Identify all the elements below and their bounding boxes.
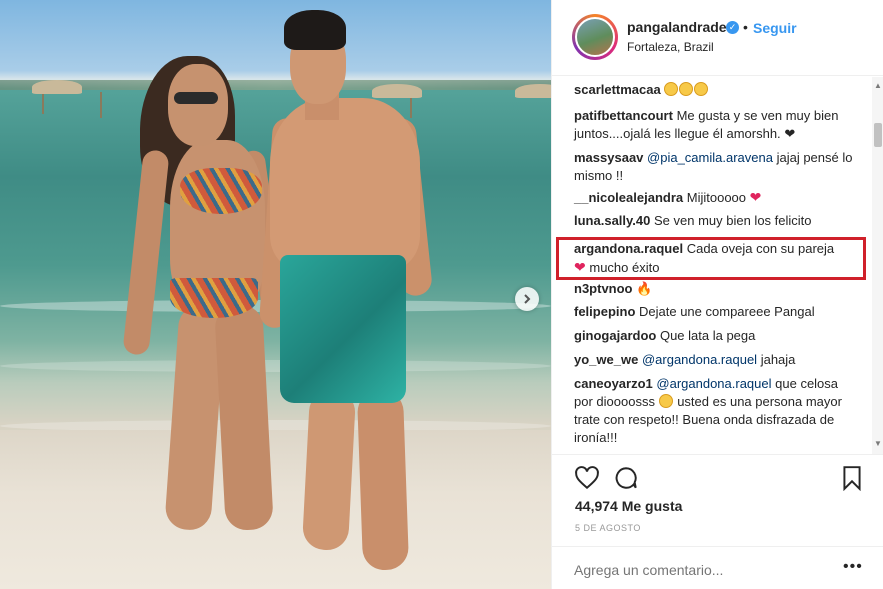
comment-text: Cada oveja con su pareja <box>686 241 835 256</box>
red-heart-icon: ❤ <box>749 189 762 205</box>
post-actions <box>552 454 883 494</box>
comment-mention[interactable]: @pia_camila.aravena <box>647 150 773 165</box>
comment-text: Se ven muy bien los felicito <box>653 213 812 228</box>
comments-list[interactable]: scarlettmacaa patifbettancourt Me gusta … <box>552 77 883 454</box>
comment-username[interactable]: felipepino <box>574 304 635 319</box>
post-date: 5 DE AGOSTO <box>575 523 641 533</box>
man-hair <box>284 10 346 50</box>
man-leg <box>301 388 357 552</box>
umbrella-pole <box>100 92 102 118</box>
location-link[interactable]: Fortaleza, Brazil <box>627 40 714 54</box>
comment-bubble-icon[interactable] <box>613 465 639 491</box>
avatar-image <box>575 17 615 57</box>
comment-text: Dejate une compareee Pangal <box>639 304 815 319</box>
add-comment-bar: ••• <box>552 546 883 589</box>
comment-username[interactable]: massysaav <box>574 150 643 165</box>
face-emoji-icon <box>679 82 694 96</box>
separator-dot: • <box>743 19 748 35</box>
face-emoji-icon <box>664 82 679 96</box>
sunglasses <box>174 92 218 104</box>
chevron-right-icon <box>524 294 531 304</box>
post-sidebar: pangalandrade ✓ • Seguir Fortaleza, Braz… <box>551 0 883 589</box>
scrollbar-thumb[interactable] <box>874 123 882 147</box>
beach-umbrella <box>32 80 82 94</box>
beach-umbrella <box>515 84 551 98</box>
scroll-down-arrow-icon[interactable]: ▼ <box>874 439 882 448</box>
comment-item-highlighted: argandona.raquel Cada oveja con su parej… <box>574 240 844 277</box>
comment-item: yo_we_we @argandona.raquel jahaja <box>574 351 864 369</box>
man-torso <box>270 98 420 270</box>
man-leg <box>356 389 410 571</box>
sand <box>0 430 551 589</box>
comment-item: caneoyarzo1 @argandona.raquel que celosa… <box>574 375 844 447</box>
bookmark-icon[interactable] <box>839 465 865 491</box>
likes-count[interactable]: 44,974 Me gusta <box>575 498 682 514</box>
comment-username[interactable]: ginogajardoo <box>574 328 656 343</box>
more-options-icon[interactable]: ••• <box>843 558 863 576</box>
follow-button[interactable]: Seguir <box>753 20 797 36</box>
comment-text: Mijitooooo <box>686 190 747 205</box>
comment-input[interactable] <box>574 562 814 578</box>
comment-username[interactable]: argandona.raquel <box>574 241 683 256</box>
comment-username[interactable]: luna.sally.40 <box>574 213 650 228</box>
horizon-shore <box>0 80 551 90</box>
comment-username[interactable]: __nicolealejandra <box>574 190 683 205</box>
comments-scrollbar[interactable]: ▲ ▼ <box>872 77 883 454</box>
swim-shorts <box>280 255 406 403</box>
post-photo[interactable] <box>0 0 551 589</box>
comment-mention[interactable]: @argandona.raquel <box>642 352 757 367</box>
black-heart-icon: ❤ <box>784 126 796 141</box>
beach-umbrella <box>372 84 422 98</box>
bikini-bottom <box>170 278 258 318</box>
laughing-emoji-icon <box>658 394 673 408</box>
red-heart-icon: ❤ <box>574 259 586 275</box>
comment-item: n3ptvnoo 🔥 <box>574 280 864 298</box>
post-header: pangalandrade ✓ • Seguir Fortaleza, Braz… <box>552 0 883 76</box>
fire-emoji-icon: 🔥 <box>636 281 653 296</box>
comment-username[interactable]: yo_we_we <box>574 352 638 367</box>
comment-item: luna.sally.40 Se ven muy bien los felici… <box>574 212 864 230</box>
avatar[interactable] <box>572 14 618 60</box>
next-photo-button[interactable] <box>515 287 539 311</box>
comment-item: felipepino Dejate une compareee Pangal <box>574 303 864 321</box>
comment-item: patifbettancourt Me gusta y se ven muy b… <box>574 107 864 143</box>
username[interactable]: pangalandrade <box>627 19 727 35</box>
woman-arm <box>122 149 170 356</box>
comment-mention[interactable]: @argandona.raquel <box>656 376 771 391</box>
scroll-up-arrow-icon[interactable]: ▲ <box>874 81 882 90</box>
comment-username[interactable]: scarlettmacaa <box>574 82 661 97</box>
comment-item: __nicolealejandra Mijitooooo ❤ <box>574 188 864 207</box>
bikini-top <box>180 168 262 214</box>
comment-item: ginogajardoo Que lata la pega <box>574 327 864 345</box>
comment-username[interactable]: patifbettancourt <box>574 108 673 123</box>
face-emoji-icon <box>694 82 709 96</box>
comment-text: Que lata la pega <box>659 328 756 343</box>
comment-text: mucho éxito <box>589 260 660 275</box>
comment-item: massysaav @pia_camila.aravena jajaj pens… <box>574 149 864 185</box>
comment-text: jahaja <box>760 352 796 367</box>
comment-username[interactable]: caneoyarzo1 <box>574 376 653 391</box>
verified-check-icon: ✓ <box>726 21 739 34</box>
comment-item: scarlettmacaa <box>574 81 864 99</box>
comment-username[interactable]: n3ptvnoo <box>574 281 633 296</box>
heart-outline-icon[interactable] <box>574 465 600 491</box>
wave <box>0 360 551 372</box>
woman-head <box>168 64 228 146</box>
